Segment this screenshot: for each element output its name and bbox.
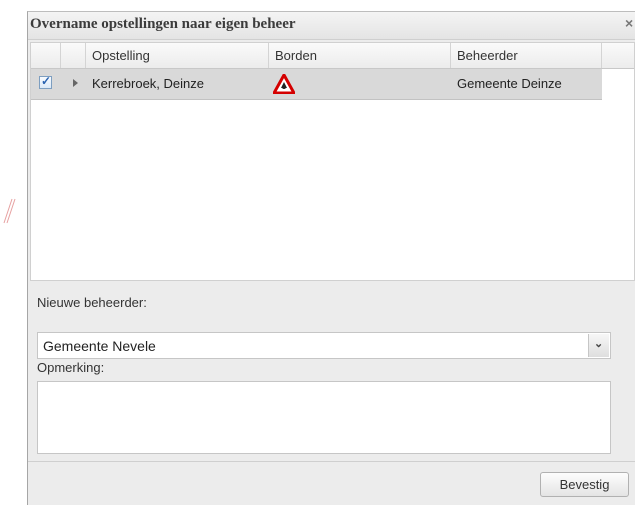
close-icon[interactable]: × [625, 15, 635, 33]
nieuwe-beheerder-value: Gemeente Nevele [43, 338, 156, 354]
table-row[interactable]: ✓ Kerrebroek, Deinze Gemeente Deinze [31, 69, 602, 100]
warning-triangle-sign-icon[interactable] [273, 74, 295, 94]
expand-arrow-icon[interactable] [73, 79, 78, 87]
dialog-titlebar: Overname opstellingen naar eigen beheer … [28, 12, 635, 40]
cell-borden [269, 69, 451, 99]
opstellingen-grid: Opstelling Borden Beheerder ✓ Kerrebroek… [30, 42, 635, 281]
nieuwe-beheerder-label: Nieuwe beheerder: [37, 295, 147, 310]
opmerking-label: Opmerking: [37, 360, 105, 375]
header-expander-column [61, 43, 86, 68]
dialog-title: Overname opstellingen naar eigen beheer [30, 16, 296, 32]
header-filler [602, 43, 634, 68]
cell-opstelling: Kerrebroek, Deinze [92, 76, 204, 91]
background-map-edge [0, 0, 27, 505]
nieuwe-beheerder-select[interactable]: Gemeente Nevele ⌄ [37, 332, 611, 359]
grid-header: Opstelling Borden Beheerder [31, 43, 634, 69]
column-header-borden[interactable]: Borden [269, 43, 451, 68]
footer-divider [28, 461, 635, 462]
bevestig-button[interactable]: Bevestig [540, 472, 629, 497]
dropdown-trigger[interactable]: ⌄ [588, 334, 609, 357]
row-checkbox[interactable]: ✓ [39, 74, 52, 89]
chevron-down-icon: ⌄ [594, 338, 604, 350]
map-line-fragment [3, 198, 16, 224]
cell-beheerder: Gemeente Deinze [457, 76, 562, 91]
takeover-dialog: Overname opstellingen naar eigen beheer … [27, 11, 635, 505]
column-header-beheerder[interactable]: Beheerder [451, 43, 602, 68]
column-header-opstelling[interactable]: Opstelling [86, 43, 269, 68]
check-icon: ✓ [41, 74, 52, 88]
header-checkbox-column[interactable] [31, 43, 61, 68]
opmerking-textarea[interactable] [37, 381, 611, 454]
